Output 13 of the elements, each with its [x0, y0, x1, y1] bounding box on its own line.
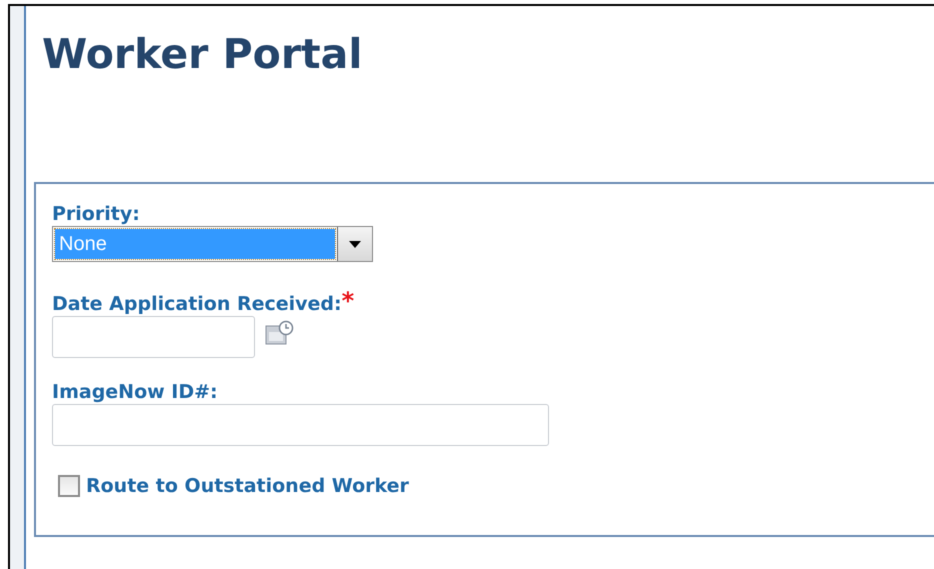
field-label: Priority:	[52, 202, 141, 226]
caret-icon	[349, 240, 361, 248]
priority-select[interactable]: None	[52, 226, 373, 262]
calendar-icon[interactable]	[265, 320, 295, 347]
date-field[interactable]	[52, 316, 255, 358]
checkbox-label[interactable]: Route to Outstationed Worker	[86, 474, 409, 498]
select-value: None	[55, 229, 335, 259]
field-label: ImageNow ID#:	[52, 380, 219, 404]
dropdown-button[interactable]	[337, 227, 372, 261]
page-title: Worker Portal	[42, 30, 364, 80]
field-label: Date Application Received:*	[52, 292, 356, 316]
checkbox[interactable]	[58, 475, 80, 497]
id-field[interactable]	[52, 404, 549, 446]
